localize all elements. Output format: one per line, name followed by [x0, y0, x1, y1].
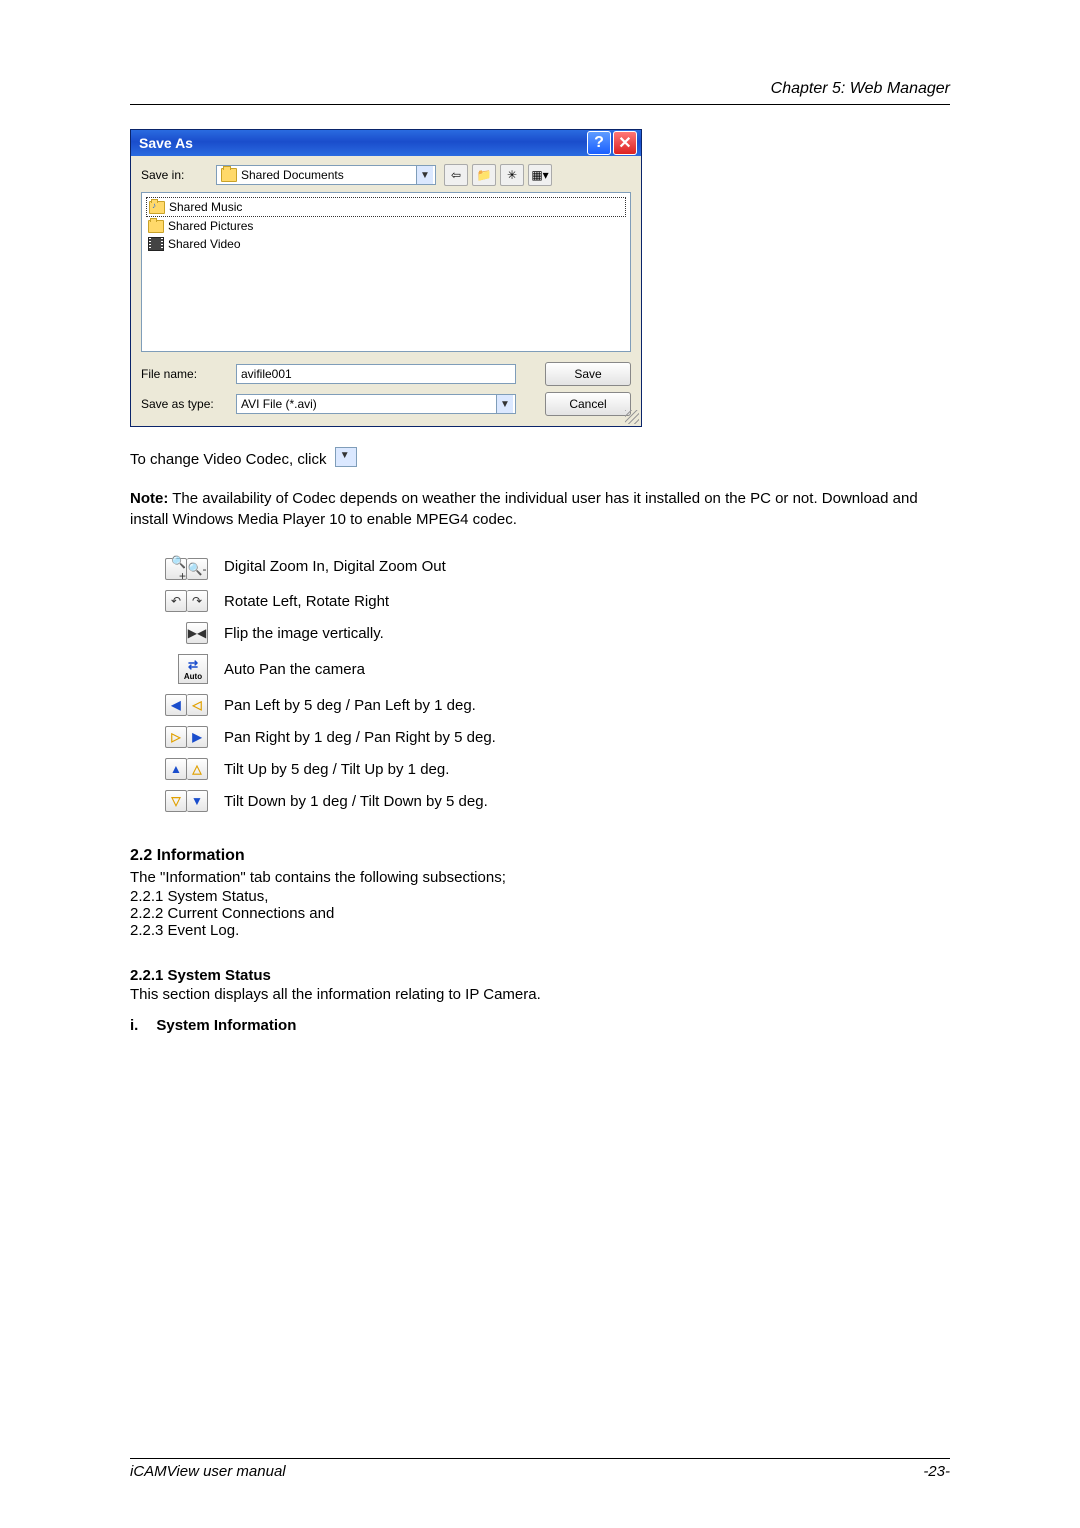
- save-as-type-value: AVI File (*.avi): [241, 397, 317, 411]
- pan-left-buttons[interactable]: ◀ ◁: [165, 694, 208, 716]
- section-2-2-1-title: 2.2.1 System Status: [130, 967, 950, 984]
- roman-numeral: i.: [130, 1017, 138, 1034]
- save-as-type-label: Save as type:: [141, 397, 236, 411]
- folder-open-icon: [221, 168, 237, 182]
- section-2-2-title: 2.2 Information: [130, 847, 950, 865]
- save-in-combo[interactable]: Shared Documents ▼: [216, 165, 436, 185]
- list-item[interactable]: Shared Music: [146, 197, 626, 217]
- chevron-down-icon[interactable]: ▼: [496, 395, 513, 413]
- save-in-label: Save in:: [141, 168, 216, 182]
- rotate-right-icon[interactable]: ↷: [187, 590, 208, 612]
- control-desc: Tilt Down by 1 deg / Tilt Down by 5 deg.: [216, 785, 504, 817]
- subsection-i: i. System Information: [130, 1017, 950, 1034]
- up-one-level-icon[interactable]: 📁: [472, 164, 496, 186]
- video-folder-icon: [148, 237, 164, 251]
- control-desc: Tilt Up by 5 deg / Tilt Up by 1 deg.: [216, 753, 504, 785]
- back-icon[interactable]: ⇦: [444, 164, 468, 186]
- resize-grip-icon[interactable]: [625, 410, 639, 424]
- dropdown-icon[interactable]: [335, 447, 357, 467]
- save-as-dialog: Save As ? ✕ Save in: Shared Documents ▼ …: [130, 129, 642, 427]
- list-item: 2.2.3 Event Log.: [130, 922, 950, 939]
- pan-right-5-icon[interactable]: ▶: [187, 726, 208, 748]
- dialog-titlebar[interactable]: Save As ? ✕: [131, 130, 641, 156]
- zoom-in-icon[interactable]: 🔍+: [165, 558, 187, 580]
- save-in-value: Shared Documents: [241, 168, 344, 182]
- roman-title: System Information: [156, 1017, 296, 1034]
- control-desc: Flip the image vertically.: [216, 617, 504, 649]
- chevron-down-icon[interactable]: ▼: [416, 166, 433, 184]
- tilt-up-1-icon[interactable]: △: [187, 758, 208, 780]
- page-footer: iCAMView user manual -23-: [130, 1458, 950, 1480]
- camera-controls-table: 🔍+ 🔍- Digital Zoom In, Digital Zoom Out …: [130, 548, 504, 817]
- tilt-down-1-icon[interactable]: ▽: [165, 790, 187, 812]
- pan-right-buttons[interactable]: ▷ ▶: [165, 726, 208, 748]
- zoom-buttons[interactable]: 🔍+ 🔍-: [165, 558, 208, 580]
- tilt-down-buttons[interactable]: ▽ ▼: [165, 790, 208, 812]
- rotate-buttons[interactable]: ↶ ↷: [165, 590, 208, 612]
- filename-value: avifile001: [241, 367, 292, 381]
- view-menu-icon[interactable]: ▦▾: [528, 164, 552, 186]
- music-folder-icon: [149, 201, 165, 214]
- list-item-label: Shared Pictures: [168, 219, 253, 233]
- pan-left-5-icon[interactable]: ◀: [165, 694, 187, 716]
- header-rule: [130, 104, 950, 105]
- new-folder-icon[interactable]: ✳: [500, 164, 524, 186]
- section-2-2-list: 2.2.1 System Status, 2.2.2 Current Conne…: [130, 888, 950, 939]
- dialog-title: Save As: [139, 135, 193, 151]
- tilt-down-5-icon[interactable]: ▼: [187, 790, 208, 812]
- footer-left: iCAMView user manual: [130, 1463, 286, 1480]
- control-desc: Pan Left by 5 deg / Pan Left by 1 deg.: [216, 689, 504, 721]
- cancel-button[interactable]: Cancel: [545, 392, 631, 416]
- control-desc: Digital Zoom In, Digital Zoom Out: [216, 548, 504, 585]
- flip-vertical-icon[interactable]: ▶◀: [186, 622, 208, 644]
- list-item: 2.2.2 Current Connections and: [130, 905, 950, 922]
- dialog-nav-toolbar: ⇦ 📁 ✳ ▦▾: [444, 164, 552, 186]
- pan-left-1-icon[interactable]: ◁: [187, 694, 208, 716]
- chapter-header: Chapter 5: Web Manager: [130, 80, 950, 98]
- help-button[interactable]: ?: [587, 131, 611, 155]
- save-button[interactable]: Save: [545, 362, 631, 386]
- rotate-left-icon[interactable]: ↶: [165, 590, 187, 612]
- tilt-up-5-icon[interactable]: ▲: [165, 758, 187, 780]
- list-item: 2.2.1 System Status,: [130, 888, 950, 905]
- tilt-up-buttons[interactable]: ▲ △: [165, 758, 208, 780]
- section-2-2-intro: The "Information" tab contains the follo…: [130, 869, 950, 886]
- auto-pan-arrows-icon: [188, 658, 198, 672]
- control-desc: Pan Right by 1 deg / Pan Right by 5 deg.: [216, 721, 504, 753]
- list-item-label: Shared Music: [169, 200, 242, 214]
- file-list-pane[interactable]: Shared Music Shared Pictures Shared Vide…: [141, 192, 631, 352]
- footer-right: -23-: [923, 1463, 950, 1480]
- list-item[interactable]: Shared Pictures: [146, 217, 626, 235]
- section-2-2-1-body: This section displays all the informatio…: [130, 986, 950, 1003]
- codec-click-line: To change Video Codec, click: [130, 447, 950, 470]
- filename-input[interactable]: avifile001: [236, 364, 516, 384]
- note-paragraph: Note: The availability of Codec depends …: [130, 488, 950, 530]
- save-as-type-combo[interactable]: AVI File (*.avi) ▼: [236, 394, 516, 414]
- filename-label: File name:: [141, 367, 236, 381]
- control-desc: Auto Pan the camera: [216, 649, 504, 689]
- zoom-out-icon[interactable]: 🔍-: [187, 558, 208, 580]
- auto-pan-label: Auto: [184, 672, 202, 681]
- list-item[interactable]: Shared Video: [146, 235, 626, 253]
- pan-right-1-icon[interactable]: ▷: [165, 726, 187, 748]
- close-button[interactable]: ✕: [613, 131, 637, 155]
- list-item-label: Shared Video: [168, 237, 241, 251]
- note-label: Note:: [130, 490, 168, 507]
- control-desc: Rotate Left, Rotate Right: [216, 585, 504, 617]
- pictures-folder-icon: [148, 220, 164, 233]
- auto-pan-button[interactable]: Auto: [178, 654, 208, 684]
